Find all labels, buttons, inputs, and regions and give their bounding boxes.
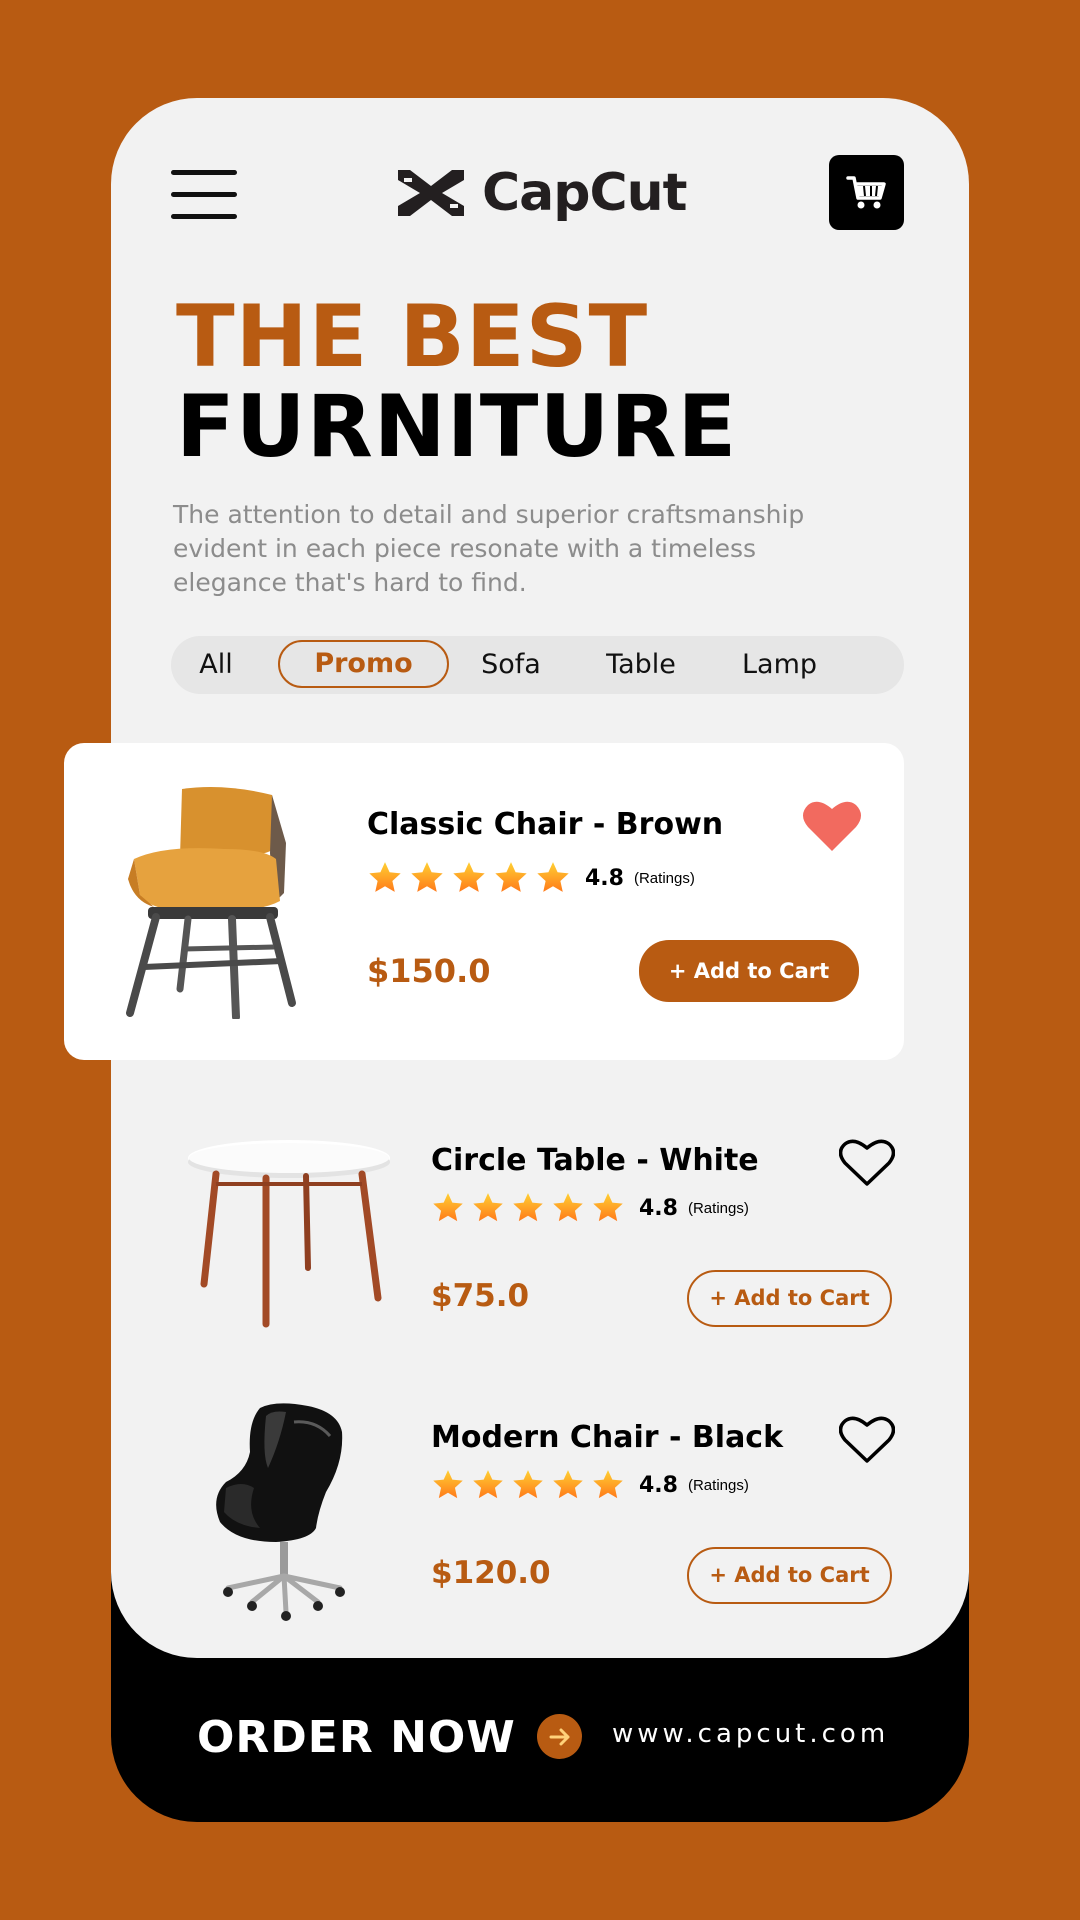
headline-line-2: FURNITURE <box>176 377 738 477</box>
star-icon <box>451 861 487 895</box>
star-icon <box>431 1192 465 1224</box>
capcut-logo-icon <box>398 170 464 216</box>
tab-table[interactable]: Table <box>605 636 677 694</box>
heart-outline-icon[interactable] <box>839 1138 895 1188</box>
star-icon <box>551 1469 585 1501</box>
headline-line-1: THE BEST <box>176 287 649 387</box>
black-chair-image <box>216 1403 345 1621</box>
product-price: $75.0 <box>431 1278 530 1314</box>
add-to-cart-button[interactable]: + Add to Cart <box>687 1547 892 1604</box>
rating-value: 4.8 <box>639 1195 678 1221</box>
cart-button[interactable] <box>829 155 904 230</box>
white-table-image <box>188 1140 390 1328</box>
product-name: Modern Chair - Black <box>431 1420 784 1455</box>
website-url[interactable]: www.capcut.com <box>612 1719 889 1749</box>
product-name: Classic Chair - Brown <box>367 807 724 842</box>
rating-row: 4.8 (Ratings) <box>431 1192 749 1224</box>
product-price: $150.0 <box>367 952 491 990</box>
star-rating <box>431 1469 631 1501</box>
star-icon <box>471 1192 505 1224</box>
brown-chair-image <box>126 787 296 1019</box>
tab-all[interactable]: All <box>193 636 239 694</box>
brand-name: CapCut <box>482 163 688 223</box>
brand: CapCut <box>394 160 688 226</box>
star-icon <box>591 1192 625 1224</box>
category-tabs: All Promo Sofa Table Lamp <box>171 636 904 694</box>
hamburger-menu-icon[interactable] <box>171 170 237 219</box>
shopping-cart-icon <box>845 175 886 208</box>
tab-lamp[interactable]: Lamp <box>742 636 817 694</box>
rating-label: (Ratings) <box>687 1199 749 1217</box>
add-to-cart-button[interactable]: + Add to Cart <box>639 940 859 1002</box>
order-arrow-button[interactable] <box>537 1714 582 1759</box>
star-icon <box>511 1192 545 1224</box>
rating-row: 4.8 (Ratings) <box>367 861 695 895</box>
headline: THE BEST FURNITURE <box>176 294 737 470</box>
star-icon <box>409 861 445 895</box>
rating-value: 4.8 <box>585 865 624 891</box>
rating-row: 4.8 (Ratings) <box>431 1469 749 1501</box>
add-to-cart-button[interactable]: + Add to Cart <box>687 1270 892 1327</box>
heart-filled-icon[interactable] <box>802 799 862 853</box>
star-icon <box>471 1469 505 1501</box>
order-now-label[interactable]: ORDER NOW <box>197 1712 516 1763</box>
star-icon <box>591 1469 625 1501</box>
star-icon <box>535 861 571 895</box>
tab-promo[interactable]: Promo <box>278 640 449 688</box>
arrow-right-icon <box>549 1728 569 1745</box>
star-icon <box>493 861 529 895</box>
star-icon <box>551 1192 585 1224</box>
tab-sofa[interactable]: Sofa <box>481 636 541 694</box>
star-icon <box>367 861 403 895</box>
rating-value: 4.8 <box>639 1472 678 1498</box>
hero-description: The attention to detail and superior cra… <box>173 500 805 597</box>
star-rating <box>367 861 577 895</box>
star-icon <box>511 1469 545 1501</box>
rating-label: (Ratings) <box>687 1476 749 1494</box>
rating-label: (Ratings) <box>633 869 695 887</box>
heart-outline-icon[interactable] <box>839 1415 895 1465</box>
star-icon <box>431 1469 465 1501</box>
product-price: $120.0 <box>431 1555 551 1591</box>
product-card-classic-chair: Classic Chair - Brown 4.8 (Ratings) $150… <box>64 743 904 1060</box>
product-name: Circle Table - White <box>431 1143 759 1178</box>
star-rating <box>431 1192 631 1224</box>
